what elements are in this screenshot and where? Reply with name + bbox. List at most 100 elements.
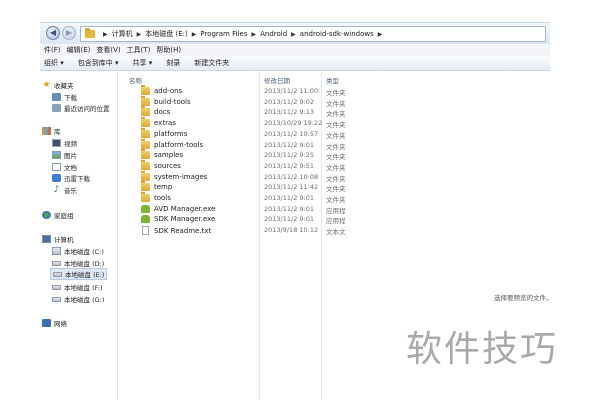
file-name: build-tools	[154, 97, 191, 106]
nav-label: 音乐	[64, 187, 77, 195]
file-type: 文件夹	[326, 174, 346, 183]
nav-label: 本地磁盘 (E:)	[65, 271, 105, 279]
nav-drive-e[interactable]: 本地磁盘 (E:)	[50, 268, 108, 280]
file-row[interactable]: AVD Manager.exe 2013/11/2 9:01 应用程	[119, 204, 350, 215]
file-row[interactable]: samples 2013/11/2 9:25 文件夹	[119, 149, 350, 161]
file-name: add-ons	[154, 87, 183, 95]
nav-network[interactable]: 网络	[42, 318, 67, 328]
nav-label: 库	[54, 128, 61, 136]
nav-recent-places[interactable]: 最近访问的位置	[52, 103, 110, 113]
nav-drive-g[interactable]: 本地磁盘 (G:)	[52, 294, 104, 304]
nav-favorites[interactable]: ★ 收藏夹	[42, 80, 74, 91]
nav-drive-c[interactable]: 本地磁盘 (C:)	[52, 246, 104, 256]
file-row[interactable]: tools 2013/11/2 9:01 文件夹	[119, 192, 350, 204]
back-button[interactable]: ◀	[46, 26, 60, 40]
nav-label: 迅雷下载	[64, 175, 90, 183]
file-name-cell[interactable]: extras	[141, 117, 176, 128]
menu-view[interactable]: 查看(V)	[96, 45, 120, 55]
nav-thunder-downloads[interactable]: 迅雷下载	[52, 173, 90, 183]
file-row[interactable]: SDK Manager.exe 2013/11/2 9:01 应用程	[119, 214, 350, 225]
nav-music[interactable]: ♪ 音乐	[52, 185, 77, 196]
file-name-cell[interactable]: add-ons	[141, 85, 183, 95]
nav-computer[interactable]: 计算机	[42, 234, 74, 244]
column-header-type[interactable]: 类型	[326, 75, 339, 85]
nav-homegroup[interactable]: 家庭组	[42, 210, 74, 220]
nav-downloads[interactable]: 下载	[52, 92, 77, 102]
folder-icon	[141, 170, 150, 181]
file-row[interactable]: platform-tools 2013/11/2 9:01 文件夹	[119, 138, 350, 151]
chevron-right-icon: ▶	[103, 30, 108, 38]
burn-button[interactable]: 刻录	[166, 58, 180, 68]
chevron-right-icon: ▶	[191, 30, 197, 38]
watermark: 软件技巧	[406, 329, 559, 370]
address-field[interactable]: ▶ 计算机 ▶ 本地磁盘 (E:) ▶ Program Files ▶ Andr…	[80, 26, 546, 42]
file-type: 文件夹	[326, 89, 346, 97]
file-row[interactable]: sources 2013/11/2 9:51 文件夹	[119, 159, 350, 172]
nav-libraries[interactable]: 库	[42, 126, 61, 136]
file-name-cell[interactable]: platform-tools	[141, 138, 204, 149]
file-name: temp	[154, 183, 173, 192]
file-date: 2013/11/2 9:01	[264, 215, 314, 224]
file-row[interactable]: system-images 2013/11/2 10:08 文件夹	[119, 170, 350, 183]
nav-drive-f[interactable]: 本地磁盘 (F:)	[52, 282, 103, 292]
new-folder-button[interactable]: 新建文件夹	[194, 58, 229, 68]
file-name-cell[interactable]: system-images	[141, 170, 207, 181]
nav-label: 视频	[64, 140, 77, 148]
file-date: 2013/11/2 9:02	[264, 97, 314, 106]
forward-button[interactable]: ▶	[62, 26, 76, 40]
nav-pictures[interactable]: 图片	[52, 150, 77, 160]
breadcrumb-computer[interactable]: 计算机	[112, 29, 133, 39]
breadcrumb-android-sdk-windows[interactable]: android-sdk-windows	[300, 30, 374, 38]
file-date: 2013/9/18 10:12	[264, 226, 319, 235]
menu-edit[interactable]: 编辑(E)	[67, 45, 91, 55]
file-row[interactable]: build-tools 2013/11/2 9:02 文件夹	[119, 95, 350, 108]
file-row[interactable]: add-ons 2013/11/2 11:00 文件夹	[119, 85, 350, 97]
file-row[interactable]: SDK Readme.txt 2013/9/18 10:12 文本文	[119, 225, 350, 236]
file-date: 2013/11/2 11:00	[264, 87, 319, 95]
file-name: docs	[154, 108, 171, 117]
breadcrumb-drive-e[interactable]: 本地磁盘 (E:)	[145, 29, 187, 39]
breadcrumb-android[interactable]: Android	[260, 30, 287, 38]
breadcrumb-program-files[interactable]: Program Files	[200, 30, 247, 38]
file-type: 文件夹	[326, 131, 346, 140]
file-date: 2013/11/2 9:01	[264, 204, 314, 213]
column-header-date[interactable]: 修改日期	[264, 75, 290, 85]
back-arrow-icon: ◀	[49, 28, 57, 37]
file-type: 文件夹	[326, 142, 346, 151]
file-name-cell[interactable]: temp	[141, 181, 173, 192]
menu-file[interactable]: 件(F)	[44, 45, 61, 55]
file-name-cell[interactable]: sources	[141, 159, 181, 170]
file-name-cell[interactable]: SDK Manager.exe	[141, 215, 215, 224]
column-header-name[interactable]: 名称	[129, 75, 142, 85]
include-in-library-button[interactable]: 包含到库中 ▾	[78, 58, 119, 68]
file-name-cell[interactable]: docs	[141, 106, 171, 117]
file-row[interactable]: temp 2013/11/2 11:42 文件夹	[119, 181, 350, 193]
file-row[interactable]: extras 2013/10/29 19:22 文件夹	[119, 117, 350, 129]
file-row[interactable]: platforms 2013/11/2 10:57 文件夹	[119, 127, 350, 140]
menu-tools[interactable]: 工具(T)	[127, 45, 151, 55]
network-icon	[42, 319, 51, 327]
organize-button[interactable]: 组织 ▾	[44, 58, 64, 68]
chevron-right-icon: ▶	[136, 30, 142, 38]
file-type: 文件夹	[326, 163, 346, 172]
file-type: 文件夹	[326, 196, 346, 204]
file-name-cell[interactable]: SDK Readme.txt	[141, 226, 211, 236]
drive-icon	[52, 296, 61, 302]
nav-drive-d[interactable]: 本地磁盘 (D:)	[52, 258, 104, 268]
nav-documents[interactable]: 文档	[52, 162, 77, 172]
nav-label: 收藏夹	[54, 82, 74, 90]
file-row[interactable]: docs 2013/11/2 9:13 文件夹	[119, 106, 350, 118]
file-name-cell[interactable]: tools	[141, 192, 171, 202]
nav-label: 下载	[64, 94, 77, 102]
file-name: platform-tools	[154, 140, 204, 149]
menu-help[interactable]: 帮助(H)	[156, 45, 181, 55]
file-name-cell[interactable]: samples	[141, 149, 183, 160]
file-name-cell[interactable]: AVD Manager.exe	[141, 204, 215, 213]
share-button[interactable]: 共享 ▾	[133, 58, 153, 68]
file-name-cell[interactable]: build-tools	[141, 95, 191, 106]
thunder-download-icon	[52, 174, 61, 182]
nav-videos[interactable]: 视频	[52, 138, 77, 148]
file-name-cell[interactable]: platforms	[141, 127, 187, 138]
folder-icon	[141, 192, 150, 202]
nav-label: 文档	[64, 164, 77, 172]
